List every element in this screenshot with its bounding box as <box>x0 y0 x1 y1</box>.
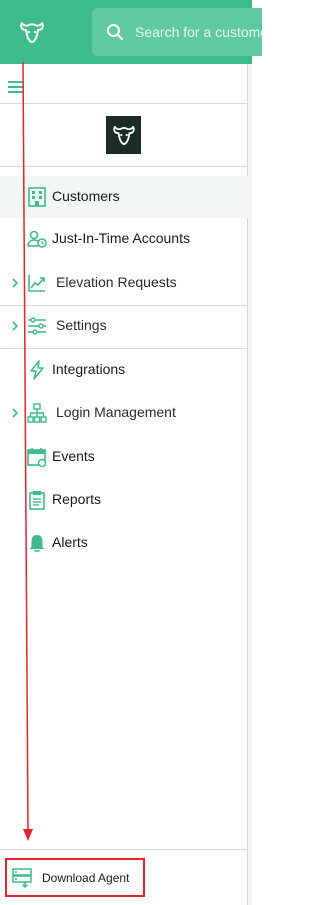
download-agent-label: Download Agent <box>42 871 130 885</box>
clipboard-icon <box>29 491 45 510</box>
divider <box>0 103 248 104</box>
content-edge <box>248 64 252 905</box>
top-bar <box>0 0 265 64</box>
sidebar-item-reports[interactable]: Reports <box>0 479 248 521</box>
sidebar-item-customers[interactable]: Customers <box>0 176 248 218</box>
divider <box>0 166 248 167</box>
sidebar-item-label: Elevation Requests <box>56 274 177 290</box>
chevron-right-icon[interactable] <box>10 319 20 333</box>
sidebar-item-label: Reports <box>52 491 102 507</box>
sidebar-item-login-management[interactable]: Login Management <box>0 392 248 434</box>
user-clock-icon <box>27 230 47 248</box>
sidebar-item-settings[interactable]: Settings <box>0 305 248 347</box>
brand-logo <box>106 116 141 154</box>
menu-toggle-icon[interactable] <box>8 81 24 93</box>
hierarchy-icon <box>27 403 47 423</box>
lightning-icon <box>30 360 44 380</box>
sidebar-item-label: Events <box>52 448 95 464</box>
bell-icon <box>29 535 45 552</box>
sidebar-item-alerts[interactable]: Alerts <box>0 522 248 564</box>
sidebar-item-events[interactable]: Events <box>0 436 248 478</box>
bull-head-icon <box>112 125 135 145</box>
server-download-icon <box>12 868 32 888</box>
chevron-right-icon[interactable] <box>10 276 20 290</box>
sidebar-item-elevation-requests[interactable]: Elevation Requests <box>0 262 248 304</box>
sliders-icon <box>28 317 46 335</box>
download-agent-button[interactable]: Download Agent <box>5 858 145 897</box>
sidebar-item-label: Alerts <box>52 534 88 550</box>
sidebar-item-label: Login Management <box>56 404 176 420</box>
calendar-icon <box>27 448 47 467</box>
sidebar-item-label: Settings <box>56 317 107 333</box>
sidebar-item-label: Customers <box>52 188 120 204</box>
divider <box>0 849 248 850</box>
building-grid-icon <box>28 187 46 207</box>
search-icon <box>107 24 124 41</box>
sidebar-item-just-in-time-accounts[interactable]: Just-In-Time Accounts <box>0 218 248 260</box>
sidebar-item-label: Just-In-Time Accounts <box>52 230 190 246</box>
search-box[interactable] <box>92 8 265 56</box>
sidebar-item-integrations[interactable]: Integrations <box>0 349 248 391</box>
logo-button[interactable] <box>0 0 64 64</box>
search-input[interactable] <box>135 22 265 42</box>
chart-up-icon <box>28 275 45 292</box>
bull-head-icon <box>20 22 44 43</box>
chevron-right-icon[interactable] <box>10 406 20 420</box>
sidebar-item-label: Integrations <box>52 361 126 377</box>
